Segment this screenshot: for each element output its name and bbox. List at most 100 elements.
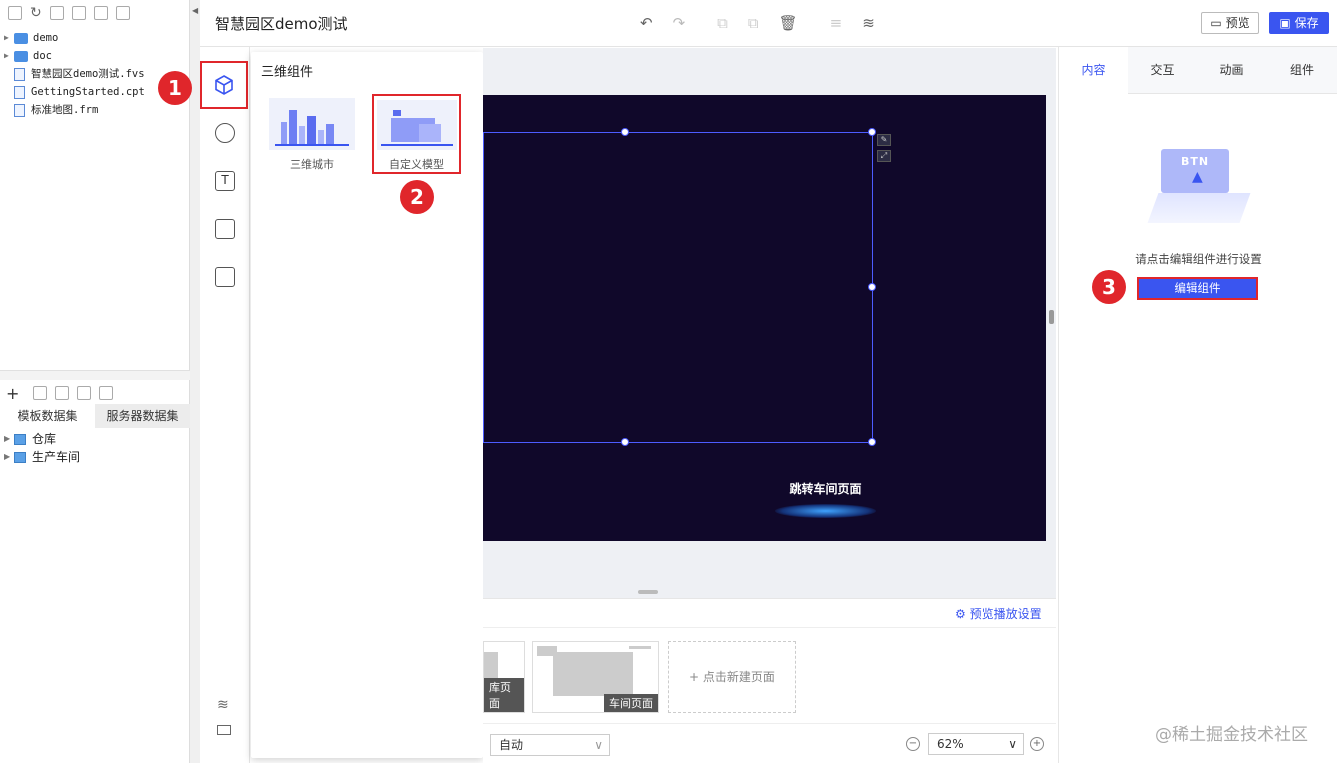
new-page-button[interactable]: + 点击新建页面 bbox=[668, 641, 796, 713]
resize-handle[interactable] bbox=[868, 128, 876, 136]
expand-icon[interactable]: ⤢ bbox=[877, 150, 891, 162]
preview-data-icon[interactable] bbox=[77, 386, 92, 400]
edit-icon[interactable] bbox=[33, 386, 48, 400]
gear-icon: ⚙ bbox=[955, 607, 970, 621]
dataset-tabs: 模板数据集 服务器数据集 bbox=[0, 404, 190, 428]
page-thumb-workshop[interactable]: 车间页面 bbox=[532, 641, 659, 713]
jump-workshop-button[interactable]: 跳转车间页面 bbox=[767, 466, 884, 526]
dataset-icon bbox=[14, 451, 26, 463]
file-tree: ▶ demo ▶ doc 智慧园区demo测试.fvs GettingStarted… bbox=[4, 29, 188, 119]
copy-icon[interactable] bbox=[115, 6, 130, 20]
refresh-icon[interactable]: ↻ bbox=[30, 6, 42, 20]
resize-handle[interactable] bbox=[621, 438, 629, 446]
settings-icon[interactable] bbox=[71, 6, 86, 20]
template-icon[interactable] bbox=[49, 6, 64, 20]
page-thumb-warehouse[interactable]: 库页面 bbox=[483, 641, 525, 713]
callout-badge: 2 bbox=[400, 180, 434, 214]
divider bbox=[483, 627, 1056, 628]
layout-mode-select[interactable]: 自动 ∨ bbox=[490, 734, 610, 756]
canvas-vscroll-handle[interactable] bbox=[1049, 310, 1054, 324]
tab-interaction[interactable]: 交互 bbox=[1128, 47, 1197, 94]
canvas-scroll-handle[interactable] bbox=[638, 590, 658, 594]
component-custom-model[interactable]: 自定义模型 bbox=[372, 94, 461, 174]
tree-item-demo[interactable]: ▶ demo bbox=[4, 29, 188, 47]
tab-animation[interactable]: 动画 bbox=[1197, 47, 1266, 94]
zoom-select[interactable]: 62% ∨ bbox=[928, 733, 1024, 755]
file-icon bbox=[14, 67, 25, 81]
collapse-arrow-icon[interactable]: ◀ bbox=[192, 6, 198, 15]
edit-toolbar: ↶ ↷ ⧉ ⧉ 🗑 ≡ ≋ bbox=[640, 14, 875, 32]
resize-handle[interactable] bbox=[868, 283, 876, 291]
new-file-icon[interactable] bbox=[8, 6, 22, 20]
dataset-tree: ▶ 仓库 ▶ 生产车间 bbox=[4, 430, 184, 466]
cube-icon bbox=[215, 75, 233, 95]
redo-icon[interactable]: ↷ bbox=[673, 14, 686, 32]
tab-server-dataset[interactable]: 服务器数据集 bbox=[95, 404, 190, 428]
hint-text: 请点击编辑组件进行设置 bbox=[1135, 252, 1262, 266]
callout-badge: 3 bbox=[1092, 270, 1126, 304]
tree-item-frm[interactable]: 标准地图.frm bbox=[4, 101, 188, 119]
copy-icon[interactable]: ⧉ bbox=[717, 14, 728, 32]
rail-3d-components[interactable] bbox=[200, 61, 248, 109]
file-icon bbox=[14, 103, 25, 117]
rail-media[interactable] bbox=[200, 205, 250, 253]
file-panel: ↻ ▶ demo ▶ doc 智慧园区demo测试.fvs GettingStart… bbox=[0, 0, 190, 763]
layer-icon[interactable]: ≋ bbox=[862, 14, 875, 32]
tab-content[interactable]: 内容 bbox=[1059, 47, 1128, 94]
align-icon[interactable]: ≡ bbox=[830, 14, 843, 32]
tab-component[interactable]: 组件 bbox=[1266, 47, 1337, 94]
preview-settings-link[interactable]: ⚙ 预览播放设置 bbox=[955, 605, 1042, 622]
zoom-out-icon[interactable]: − bbox=[906, 737, 920, 751]
zoom-in-icon[interactable]: + bbox=[1030, 737, 1044, 751]
paste-icon[interactable]: ⧉ bbox=[748, 14, 759, 32]
component-panel-title: 三维组件 bbox=[261, 65, 314, 80]
bottom-bar: 自动 ∨ − 62% ∨ + bbox=[483, 723, 1056, 763]
delete-icon[interactable] bbox=[93, 6, 108, 20]
dataset-toolbar: + bbox=[0, 382, 190, 404]
resize-handle[interactable] bbox=[868, 438, 876, 446]
top-header: 智慧园区demo测试 ↶ ↷ ⧉ ⧉ 🗑 ≡ ≋ ▭ 预览 ▣ 保存 bbox=[200, 0, 1337, 47]
inbox-icon bbox=[215, 267, 235, 287]
dataset-item[interactable]: ▶ 生产车间 bbox=[4, 448, 184, 466]
city-thumbnail bbox=[269, 98, 355, 150]
monitor-icon: ▭ bbox=[1210, 16, 1226, 30]
file-icon bbox=[14, 85, 25, 99]
dataset-item[interactable]: ▶ 仓库 bbox=[4, 430, 184, 448]
component-3d-city[interactable]: 三维城市 bbox=[267, 96, 357, 172]
collapse-strip[interactable]: ◀ bbox=[190, 0, 200, 763]
component-panel: 三维组件 三维城市 自定义模型 bbox=[251, 52, 483, 758]
plus-icon: + bbox=[689, 670, 703, 684]
rail-other[interactable] bbox=[200, 253, 250, 301]
preview-button[interactable]: ▭ 预览 bbox=[1201, 12, 1259, 34]
rail-text[interactable]: T bbox=[200, 157, 250, 205]
folder-icon bbox=[14, 32, 28, 44]
cursor-icon: ▲ bbox=[1192, 169, 1203, 185]
selected-component[interactable] bbox=[483, 128, 876, 446]
file-toolbar: ↻ bbox=[8, 6, 138, 20]
text-icon: T bbox=[215, 171, 235, 191]
resize-handle[interactable] bbox=[621, 128, 629, 136]
add-dataset-icon[interactable]: + bbox=[6, 384, 19, 403]
watermark: @稀土掘金技术社区 bbox=[1155, 725, 1308, 745]
tab-template-dataset[interactable]: 模板数据集 bbox=[0, 404, 95, 428]
edit-component-button[interactable]: 编辑组件 bbox=[1137, 277, 1258, 300]
callout-badge: 1 bbox=[158, 71, 192, 105]
pie-chart-icon bbox=[215, 123, 235, 143]
delete-icon[interactable] bbox=[55, 386, 70, 400]
server-dataset-icon[interactable] bbox=[99, 386, 114, 400]
rail-charts[interactable] bbox=[200, 109, 250, 157]
keyboard-icon[interactable] bbox=[217, 725, 231, 735]
component-rail: T ≋ bbox=[200, 47, 250, 763]
app-title: 智慧园区demo测试 bbox=[215, 15, 348, 33]
layers-icon[interactable]: ≋ bbox=[217, 697, 229, 713]
glow-base bbox=[775, 504, 876, 518]
folder-icon bbox=[14, 50, 28, 62]
undo-icon[interactable]: ↶ bbox=[640, 14, 653, 32]
button-illustration: BTN ▲ bbox=[1147, 137, 1251, 233]
edit-pencil-icon[interactable]: ✎ bbox=[877, 134, 891, 146]
save-button[interactable]: ▣ 保存 bbox=[1269, 12, 1329, 34]
panel-splitter[interactable] bbox=[0, 370, 190, 380]
delete-icon[interactable]: 🗑 bbox=[779, 14, 798, 32]
tree-item-doc[interactable]: ▶ doc bbox=[4, 47, 188, 65]
dataset-icon bbox=[14, 433, 26, 445]
